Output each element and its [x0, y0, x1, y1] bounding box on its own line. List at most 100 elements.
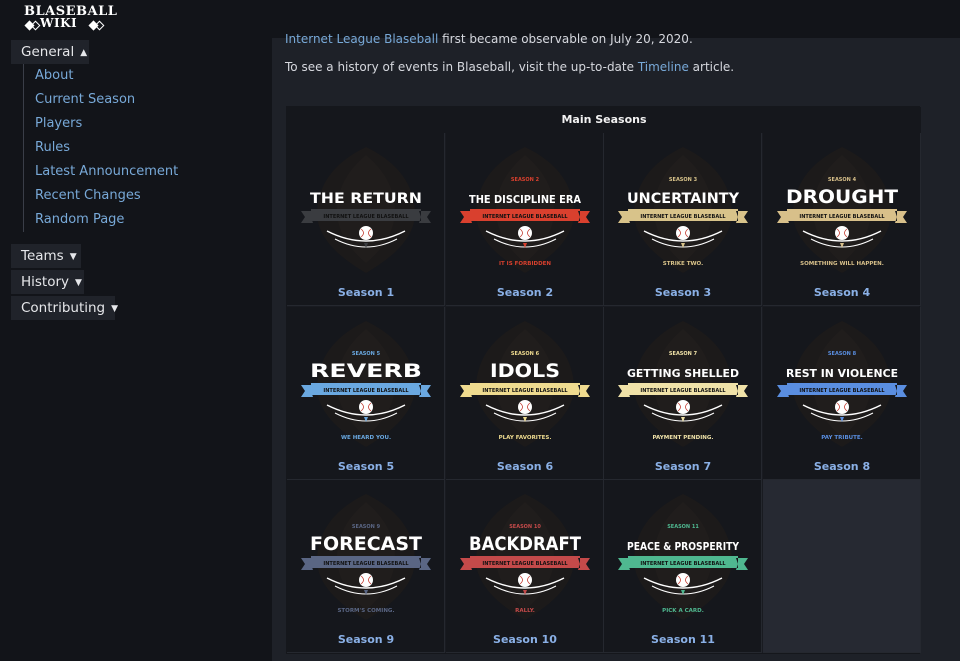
ribbon-text: INTERNET LEAGUE BLASEBALL — [482, 388, 568, 394]
diamond-icon — [30, 20, 41, 31]
caret-down-icon: ▼ — [69, 252, 77, 262]
season-logo[interactable]: SEASON 9 FORECAST INTERNET LEAGUE BLASEBAL… — [297, 488, 435, 628]
site-logo[interactable]: BLASEBALL WIKI — [22, 5, 117, 31]
season-cell[interactable]: SEASON 6 IDOLS INTERNET LEAGUE BLASEBALL P… — [446, 307, 604, 480]
nav-teams-toggle[interactable]: Teams ▼ — [11, 244, 81, 268]
season-logo[interactable]: SEASON 8 REST IN VIOLENCE INTERNET LEAGUE … — [773, 315, 911, 455]
season-logo[interactable]: SEASON 6 IDOLS INTERNET LEAGUE BLASEBALL P… — [456, 315, 594, 455]
season-logo[interactable]: SEASON 7 GETTING SHELLED INTERNET LEAGUE B… — [614, 315, 752, 455]
ribbon-text: INTERNET LEAGUE BLASEBALL — [799, 214, 885, 220]
season-logo-title: IDOLS — [490, 360, 560, 382]
ribbon-text: INTERNET LEAGUE BLASEBALL — [323, 388, 409, 394]
season-logo[interactable]: SEASON 3 UNCERTAINTY INTERNET LEAGUE BLASE… — [614, 141, 752, 281]
season-logo-title: FORECAST — [310, 533, 422, 555]
nav-contributing-toggle[interactable]: Contributing ▼ — [11, 296, 119, 320]
caret-down-icon: ▼ — [75, 278, 82, 288]
season-tagline: SOMETHING WILL HAPPEN. — [800, 261, 884, 267]
season-tagline: IT IS FORBIDDEN — [499, 261, 551, 267]
season-link[interactable]: Season 6 — [446, 460, 604, 473]
nav-item-random-page[interactable]: Random Page — [24, 208, 203, 232]
season-link[interactable]: Season 7 — [604, 460, 762, 473]
intro-text-3: article. — [688, 60, 735, 74]
season-tagline: WE HEARD YOU. — [341, 435, 391, 441]
ribbon-text: INTERNET LEAGUE BLASEBALL — [640, 561, 726, 567]
season-number-text: SEASON 6 — [511, 351, 540, 357]
season-logo-title: THE DISCIPLINE ERA — [469, 193, 581, 206]
ribbon-text: INTERNET LEAGUE BLASEBALL — [799, 388, 885, 394]
season-tagline: PICK A CARD. — [662, 608, 704, 614]
season-cell[interactable]: SEASON 5 REVERB INTERNET LEAGUE BLASEBALL … — [287, 307, 445, 480]
season-tagline: STRIKE TWO. — [663, 261, 703, 267]
season-link[interactable]: Season 1 — [287, 286, 445, 299]
season-link[interactable]: Season 5 — [287, 460, 445, 473]
nav-general-label: General — [21, 44, 75, 60]
season-cell[interactable]: SEASON 9 FORECAST INTERNET LEAGUE BLASEBAL… — [287, 480, 445, 653]
nav-history-label: History — [21, 274, 70, 290]
season-tagline: PLAY FAVORITES. — [499, 435, 552, 441]
season-logo-title: UNCERTAINTY — [627, 191, 740, 207]
season-logo-title: THE RETURN — [310, 191, 422, 207]
nav-general-toggle[interactable]: General ▲ — [11, 40, 89, 64]
nav-item-rules[interactable]: Rules — [24, 136, 203, 160]
season-tagline: PAY TRIBUTE. — [821, 435, 862, 441]
season-link[interactable]: Season 8 — [763, 460, 921, 473]
ribbon-text: INTERNET LEAGUE BLASEBALL — [323, 561, 409, 567]
main-seasons-table: Main Seasons THE RETURN INTERNET LEAGUE B… — [286, 106, 921, 654]
ribbon-text: INTERNET LEAGUE BLASEBALL — [640, 388, 726, 394]
nav-item-latest-announcement[interactable]: Latest Announcement — [24, 160, 203, 184]
season-link[interactable]: Season 10 — [446, 633, 604, 646]
nav-item-recent-changes[interactable]: Recent Changes — [24, 184, 203, 208]
season-number-text: SEASON 8 — [828, 351, 857, 357]
season-link[interactable]: Season 4 — [763, 286, 921, 299]
season-logo-title: REST IN VIOLENCE — [786, 367, 898, 380]
season-number-text: SEASON 2 — [511, 177, 540, 183]
internet-league-blaseball-link[interactable]: Internet League Blaseball — [285, 32, 438, 46]
nav-teams-label: Teams — [21, 248, 64, 264]
empty-cell — [763, 480, 921, 653]
season-link[interactable]: Season 9 — [287, 633, 445, 646]
season-cell[interactable]: THE RETURN INTERNET LEAGUE BLASEBALL Seas… — [287, 133, 445, 306]
timeline-link[interactable]: Timeline — [638, 60, 689, 74]
season-logo[interactable]: THE RETURN INTERNET LEAGUE BLASEBALL — [297, 141, 435, 281]
ribbon-text: INTERNET LEAGUE BLASEBALL — [482, 561, 568, 567]
season-logo[interactable]: SEASON 2 THE DISCIPLINE ERA INTERNET LEAGU… — [456, 141, 594, 281]
season-logo[interactable]: SEASON 4 DROUGHT INTERNET LEAGUE BLASEBALL… — [773, 141, 911, 281]
ribbon-text: INTERNET LEAGUE BLASEBALL — [640, 214, 726, 220]
ribbon-text: INTERNET LEAGUE BLASEBALL — [482, 214, 568, 220]
season-number-text: SEASON 4 — [828, 177, 857, 183]
nav-history-toggle[interactable]: History ▼ — [11, 270, 84, 294]
season-number-text: SEASON 11 — [667, 524, 699, 530]
nav-item-players[interactable]: Players — [24, 112, 203, 136]
nav-item-about[interactable]: About — [24, 64, 203, 88]
season-cell[interactable]: SEASON 2 THE DISCIPLINE ERA INTERNET LEAGU… — [446, 133, 604, 306]
season-number-text: SEASON 9 — [352, 524, 381, 530]
season-logo[interactable]: SEASON 10 BACKDRAFT INTERNET LEAGUE BLASEB… — [456, 488, 594, 628]
season-cell[interactable]: SEASON 7 GETTING SHELLED INTERNET LEAGUE B… — [604, 307, 762, 480]
intro-paragraph-2: To see a history of events in Blaseball,… — [285, 60, 734, 74]
season-logo-title: REVERB — [310, 360, 422, 382]
season-number-text: SEASON 10 — [509, 524, 541, 530]
season-cell[interactable]: SEASON 3 UNCERTAINTY INTERNET LEAGUE BLASE… — [604, 133, 762, 306]
caret-down-icon: ▼ — [111, 304, 119, 314]
season-link[interactable]: Season 11 — [604, 633, 762, 646]
nav-contributing-label: Contributing — [21, 300, 106, 316]
intro-paragraph-1: Internet League Blaseball first became o… — [285, 32, 693, 46]
intro-text-1: first became observable on July 20, 2020… — [438, 32, 693, 46]
left-sidebar: BLASEBALL WIKI General ▲ About Current Se… — [0, 0, 272, 661]
season-logo[interactable]: SEASON 5REVERBINTERNET LEAGUE BLASEBALL … — [297, 315, 435, 455]
table-title: Main Seasons — [287, 107, 921, 133]
nav-item-current-season[interactable]: Current Season — [24, 88, 203, 112]
intro-text-2: To see a history of events in Blaseball,… — [285, 60, 638, 74]
season-cell[interactable]: SEASON 11 PEACE & PROSPERITY INTERNET LEAG… — [604, 480, 762, 653]
season-cell[interactable]: SEASON 4 DROUGHT INTERNET LEAGUE BLASEBALL… — [763, 133, 921, 306]
nav-general-list: About Current Season Players Rules Lates… — [23, 64, 203, 232]
season-logo[interactable]: SEASON 11 PEACE & PROSPERITY INTERNET LEAG… — [614, 488, 752, 628]
season-number-text: SEASON 3 — [669, 177, 698, 183]
season-link[interactable]: Season 2 — [446, 286, 604, 299]
season-cell[interactable]: SEASON 8 REST IN VIOLENCE INTERNET LEAGUE … — [763, 307, 921, 480]
season-number-text: SEASON 7 — [669, 351, 698, 357]
season-link[interactable]: Season 3 — [604, 286, 762, 299]
logo-line-2: WIKI — [40, 16, 78, 30]
season-cell[interactable]: SEASON 10 BACKDRAFT INTERNET LEAGUE BLASEB… — [446, 480, 604, 653]
article-content: Internet League Blaseball first became o… — [272, 32, 960, 661]
